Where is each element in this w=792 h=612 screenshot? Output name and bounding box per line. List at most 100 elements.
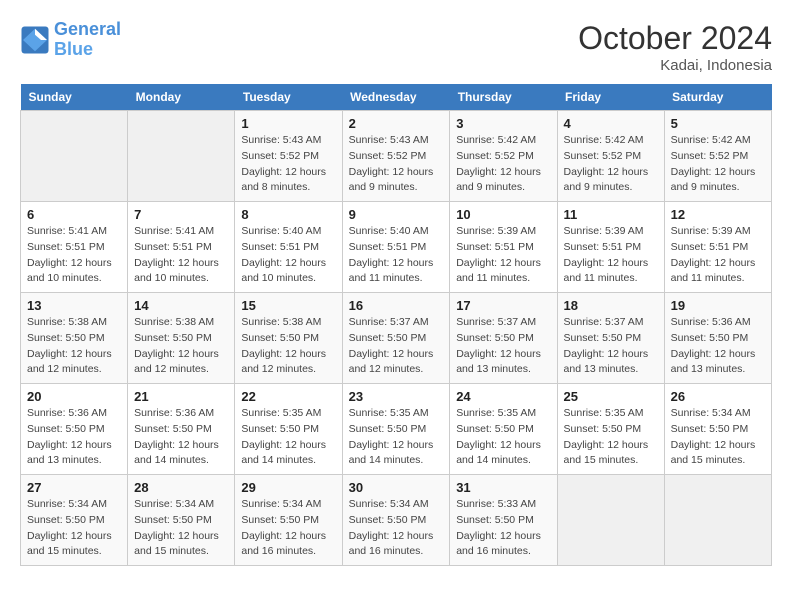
calendar-cell: 10 Sunrise: 5:39 AM Sunset: 5:51 PM Dayli… — [450, 202, 557, 293]
calendar-cell — [664, 475, 771, 566]
weekday-label: Saturday — [664, 84, 771, 111]
calendar-cell — [557, 475, 664, 566]
day-number: 26 — [671, 389, 765, 404]
day-info: Sunrise: 5:38 AM Sunset: 5:50 PM Dayligh… — [27, 315, 121, 378]
logo-text: GeneralBlue — [54, 20, 121, 60]
calendar-cell: 13 Sunrise: 5:38 AM Sunset: 5:50 PM Dayli… — [21, 293, 128, 384]
day-info: Sunrise: 5:40 AM Sunset: 5:51 PM Dayligh… — [241, 224, 335, 287]
calendar-week-row: 6 Sunrise: 5:41 AM Sunset: 5:51 PM Daylig… — [21, 202, 772, 293]
calendar-cell: 3Sunrise: 5:42 AM Sunset: 5:52 PM Daylig… — [450, 111, 557, 202]
day-number: 19 — [671, 298, 765, 313]
day-number: 8 — [241, 207, 335, 222]
day-info: Sunrise: 5:35 AM Sunset: 5:50 PM Dayligh… — [564, 406, 658, 469]
weekday-label: Monday — [128, 84, 235, 111]
day-info: Sunrise: 5:39 AM Sunset: 5:51 PM Dayligh… — [564, 224, 658, 287]
day-info: Sunrise: 5:41 AM Sunset: 5:51 PM Dayligh… — [27, 224, 121, 287]
weekday-label: Thursday — [450, 84, 557, 111]
day-number: 11 — [564, 207, 658, 222]
day-info: Sunrise: 5:38 AM Sunset: 5:50 PM Dayligh… — [241, 315, 335, 378]
day-info: Sunrise: 5:33 AM Sunset: 5:50 PM Dayligh… — [456, 497, 550, 560]
day-number: 18 — [564, 298, 658, 313]
day-number: 13 — [27, 298, 121, 313]
day-info: Sunrise: 5:42 AM Sunset: 5:52 PM Dayligh… — [564, 133, 658, 196]
calendar-cell: 28 Sunrise: 5:34 AM Sunset: 5:50 PM Dayli… — [128, 475, 235, 566]
day-info: Sunrise: 5:35 AM Sunset: 5:50 PM Dayligh… — [349, 406, 444, 469]
calendar-cell: 23 Sunrise: 5:35 AM Sunset: 5:50 PM Dayli… — [342, 384, 450, 475]
day-number: 30 — [349, 480, 444, 495]
calendar-cell: 19 Sunrise: 5:36 AM Sunset: 5:50 PM Dayli… — [664, 293, 771, 384]
calendar-cell: 12 Sunrise: 5:39 AM Sunset: 5:51 PM Dayli… — [664, 202, 771, 293]
weekday-label: Wednesday — [342, 84, 450, 111]
day-info: Sunrise: 5:35 AM Sunset: 5:50 PM Dayligh… — [456, 406, 550, 469]
day-number: 28 — [134, 480, 228, 495]
day-info: Sunrise: 5:39 AM Sunset: 5:51 PM Dayligh… — [671, 224, 765, 287]
day-number: 22 — [241, 389, 335, 404]
calendar-cell — [128, 111, 235, 202]
calendar-cell: 25 Sunrise: 5:35 AM Sunset: 5:50 PM Dayli… — [557, 384, 664, 475]
calendar-cell: 21Sunrise: 5:36 AM Sunset: 5:50 PM Dayli… — [128, 384, 235, 475]
calendar-cell: 17Sunrise: 5:37 AM Sunset: 5:50 PM Dayli… — [450, 293, 557, 384]
calendar-cell: 31Sunrise: 5:33 AM Sunset: 5:50 PM Dayli… — [450, 475, 557, 566]
calendar-cell: 16 Sunrise: 5:37 AM Sunset: 5:50 PM Dayli… — [342, 293, 450, 384]
day-info: Sunrise: 5:40 AM Sunset: 5:51 PM Dayligh… — [349, 224, 444, 287]
day-info: Sunrise: 5:36 AM Sunset: 5:50 PM Dayligh… — [671, 315, 765, 378]
day-number: 14 — [134, 298, 228, 313]
calendar-cell: 15 Sunrise: 5:38 AM Sunset: 5:50 PM Dayli… — [235, 293, 342, 384]
calendar-cell: 14 Sunrise: 5:38 AM Sunset: 5:50 PM Dayli… — [128, 293, 235, 384]
day-info: Sunrise: 5:34 AM Sunset: 5:50 PM Dayligh… — [349, 497, 444, 560]
calendar-body: 1Sunrise: 5:43 AM Sunset: 5:52 PM Daylig… — [21, 111, 772, 566]
day-number: 9 — [349, 207, 444, 222]
calendar-cell: 30 Sunrise: 5:34 AM Sunset: 5:50 PM Dayli… — [342, 475, 450, 566]
calendar-cell: 22 Sunrise: 5:35 AM Sunset: 5:50 PM Dayli… — [235, 384, 342, 475]
day-number: 15 — [241, 298, 335, 313]
calendar-cell: 29 Sunrise: 5:34 AM Sunset: 5:50 PM Dayli… — [235, 475, 342, 566]
day-number: 29 — [241, 480, 335, 495]
calendar-cell: 7 Sunrise: 5:41 AM Sunset: 5:51 PM Daylig… — [128, 202, 235, 293]
day-number: 23 — [349, 389, 444, 404]
day-number: 12 — [671, 207, 765, 222]
day-info: Sunrise: 5:37 AM Sunset: 5:50 PM Dayligh… — [564, 315, 658, 378]
weekday-label: Sunday — [21, 84, 128, 111]
calendar-cell: 9 Sunrise: 5:40 AM Sunset: 5:51 PM Daylig… — [342, 202, 450, 293]
day-info: Sunrise: 5:36 AM Sunset: 5:50 PM Dayligh… — [27, 406, 121, 469]
calendar-cell: 2 Sunrise: 5:43 AM Sunset: 5:52 PM Daylig… — [342, 111, 450, 202]
day-number: 7 — [134, 207, 228, 222]
calendar-cell: 24Sunrise: 5:35 AM Sunset: 5:50 PM Dayli… — [450, 384, 557, 475]
day-info: Sunrise: 5:38 AM Sunset: 5:50 PM Dayligh… — [134, 315, 228, 378]
calendar-cell: 4Sunrise: 5:42 AM Sunset: 5:52 PM Daylig… — [557, 111, 664, 202]
title-block: October 2024 Kadai, Indonesia — [578, 20, 772, 74]
calendar-cell: 18 Sunrise: 5:37 AM Sunset: 5:50 PM Dayli… — [557, 293, 664, 384]
calendar-cell: 1Sunrise: 5:43 AM Sunset: 5:52 PM Daylig… — [235, 111, 342, 202]
calendar-week-row: 27Sunrise: 5:34 AM Sunset: 5:50 PM Dayli… — [21, 475, 772, 566]
logo-icon — [20, 25, 50, 55]
day-info: Sunrise: 5:41 AM Sunset: 5:51 PM Dayligh… — [134, 224, 228, 287]
day-info: Sunrise: 5:34 AM Sunset: 5:50 PM Dayligh… — [27, 497, 121, 560]
calendar-cell: 26 Sunrise: 5:34 AM Sunset: 5:50 PM Dayli… — [664, 384, 771, 475]
day-number: 10 — [456, 207, 550, 222]
day-info: Sunrise: 5:37 AM Sunset: 5:50 PM Dayligh… — [349, 315, 444, 378]
location: Kadai, Indonesia — [578, 57, 772, 74]
day-number: 16 — [349, 298, 444, 313]
day-info: Sunrise: 5:34 AM Sunset: 5:50 PM Dayligh… — [241, 497, 335, 560]
calendar-cell: 20Sunrise: 5:36 AM Sunset: 5:50 PM Dayli… — [21, 384, 128, 475]
day-number: 2 — [349, 116, 444, 131]
calendar-cell: 6 Sunrise: 5:41 AM Sunset: 5:51 PM Daylig… — [21, 202, 128, 293]
day-info: Sunrise: 5:39 AM Sunset: 5:51 PM Dayligh… — [456, 224, 550, 287]
day-info: Sunrise: 5:43 AM Sunset: 5:52 PM Dayligh… — [349, 133, 444, 196]
day-info: Sunrise: 5:34 AM Sunset: 5:50 PM Dayligh… — [671, 406, 765, 469]
day-info: Sunrise: 5:35 AM Sunset: 5:50 PM Dayligh… — [241, 406, 335, 469]
logo: GeneralBlue — [20, 20, 121, 60]
weekday-header-row: SundayMondayTuesdayWednesdayThursdayFrid… — [21, 84, 772, 111]
day-number: 6 — [27, 207, 121, 222]
calendar-week-row: 13 Sunrise: 5:38 AM Sunset: 5:50 PM Dayli… — [21, 293, 772, 384]
calendar-cell: 11 Sunrise: 5:39 AM Sunset: 5:51 PM Dayli… — [557, 202, 664, 293]
day-info: Sunrise: 5:34 AM Sunset: 5:50 PM Dayligh… — [134, 497, 228, 560]
calendar-week-row: 1Sunrise: 5:43 AM Sunset: 5:52 PM Daylig… — [21, 111, 772, 202]
month-title: October 2024 — [578, 20, 772, 57]
day-number: 25 — [564, 389, 658, 404]
calendar-cell: 5Sunrise: 5:42 AM Sunset: 5:52 PM Daylig… — [664, 111, 771, 202]
calendar-cell: 8 Sunrise: 5:40 AM Sunset: 5:51 PM Daylig… — [235, 202, 342, 293]
day-number: 17 — [456, 298, 550, 313]
calendar-cell: 27Sunrise: 5:34 AM Sunset: 5:50 PM Dayli… — [21, 475, 128, 566]
day-number: 5 — [671, 116, 765, 131]
